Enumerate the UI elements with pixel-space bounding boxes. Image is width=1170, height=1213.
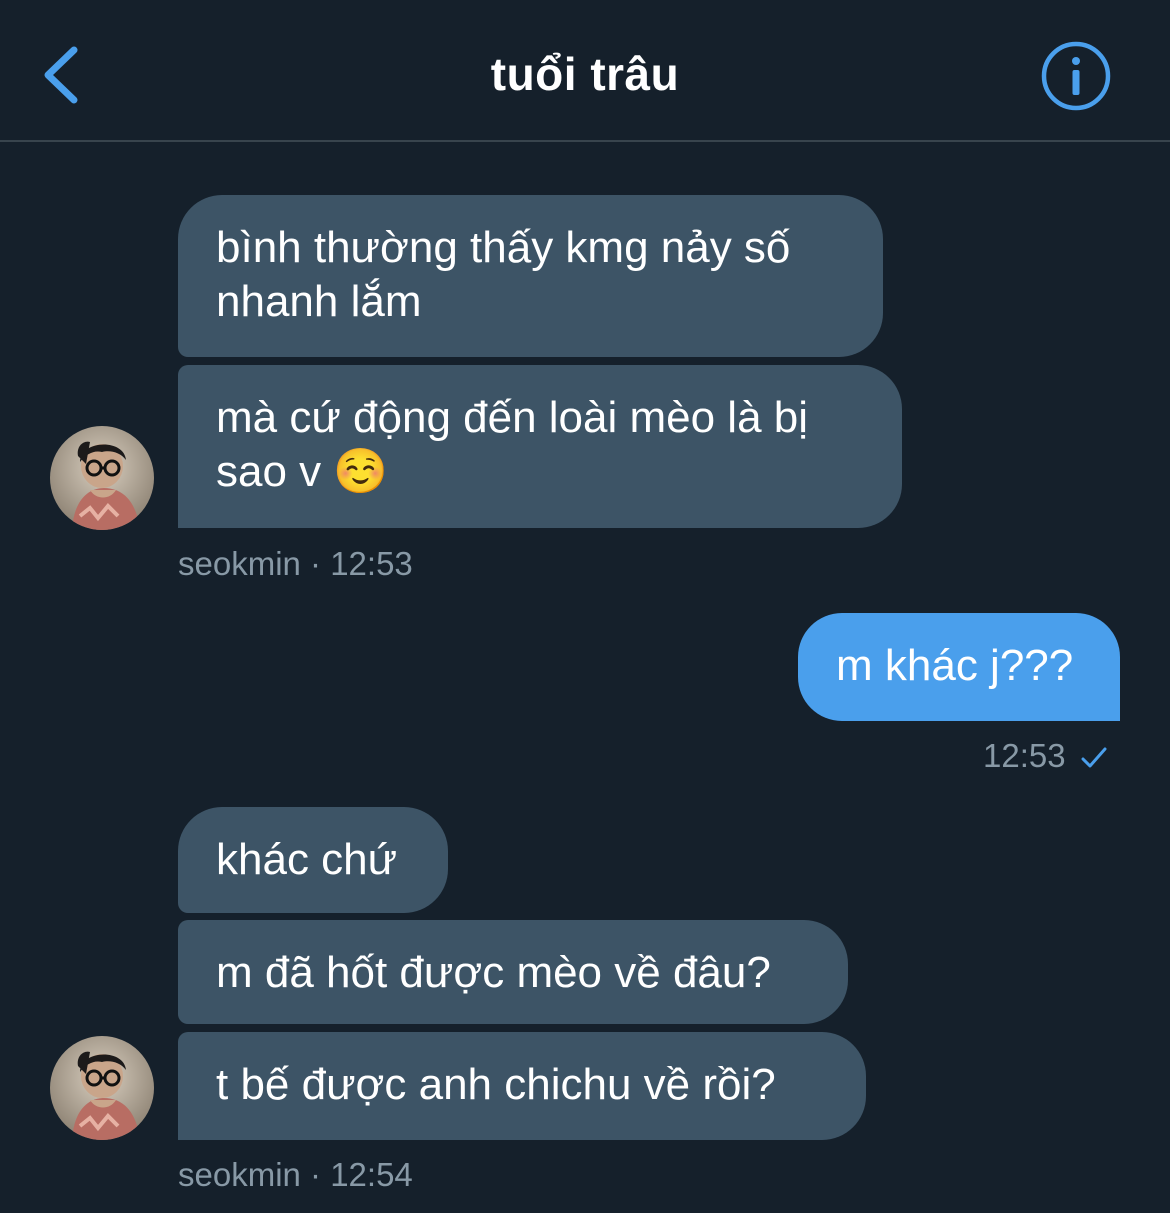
message-bubble-outgoing[interactable]: m khác j??? xyxy=(798,613,1120,721)
message-bubble-incoming[interactable]: mà cứ động đến loài mèo là bị sao v ☺️ xyxy=(178,365,902,528)
message-bubble-incoming[interactable]: m đã hốt được mèo về đâu? xyxy=(178,920,848,1024)
avatar-image xyxy=(50,426,154,530)
info-icon xyxy=(1041,41,1111,111)
message-meta: seokmin · 12:53 xyxy=(178,545,413,582)
message-time: 12:53 xyxy=(983,737,1066,774)
conversation-header: tuổi trâu xyxy=(0,0,1170,142)
message-bubble-incoming[interactable]: t bế được anh chichu về rồi? xyxy=(178,1032,866,1140)
info-button[interactable] xyxy=(1038,38,1114,114)
message-bubble-incoming[interactable]: bình thường thấy kmg nảy số nhanh lắm xyxy=(178,195,883,357)
avatar[interactable] xyxy=(50,1036,154,1140)
message-meta: seokmin · 12:54 xyxy=(178,1156,413,1193)
message-bubble-incoming[interactable]: khác chứ xyxy=(178,807,448,913)
message-meta-outgoing: 12:53 xyxy=(983,736,1108,776)
avatar-image xyxy=(50,1036,154,1140)
avatar[interactable] xyxy=(50,426,154,530)
conversation-title: tuổi trâu xyxy=(490,48,680,100)
checkmark-icon xyxy=(1081,747,1107,768)
